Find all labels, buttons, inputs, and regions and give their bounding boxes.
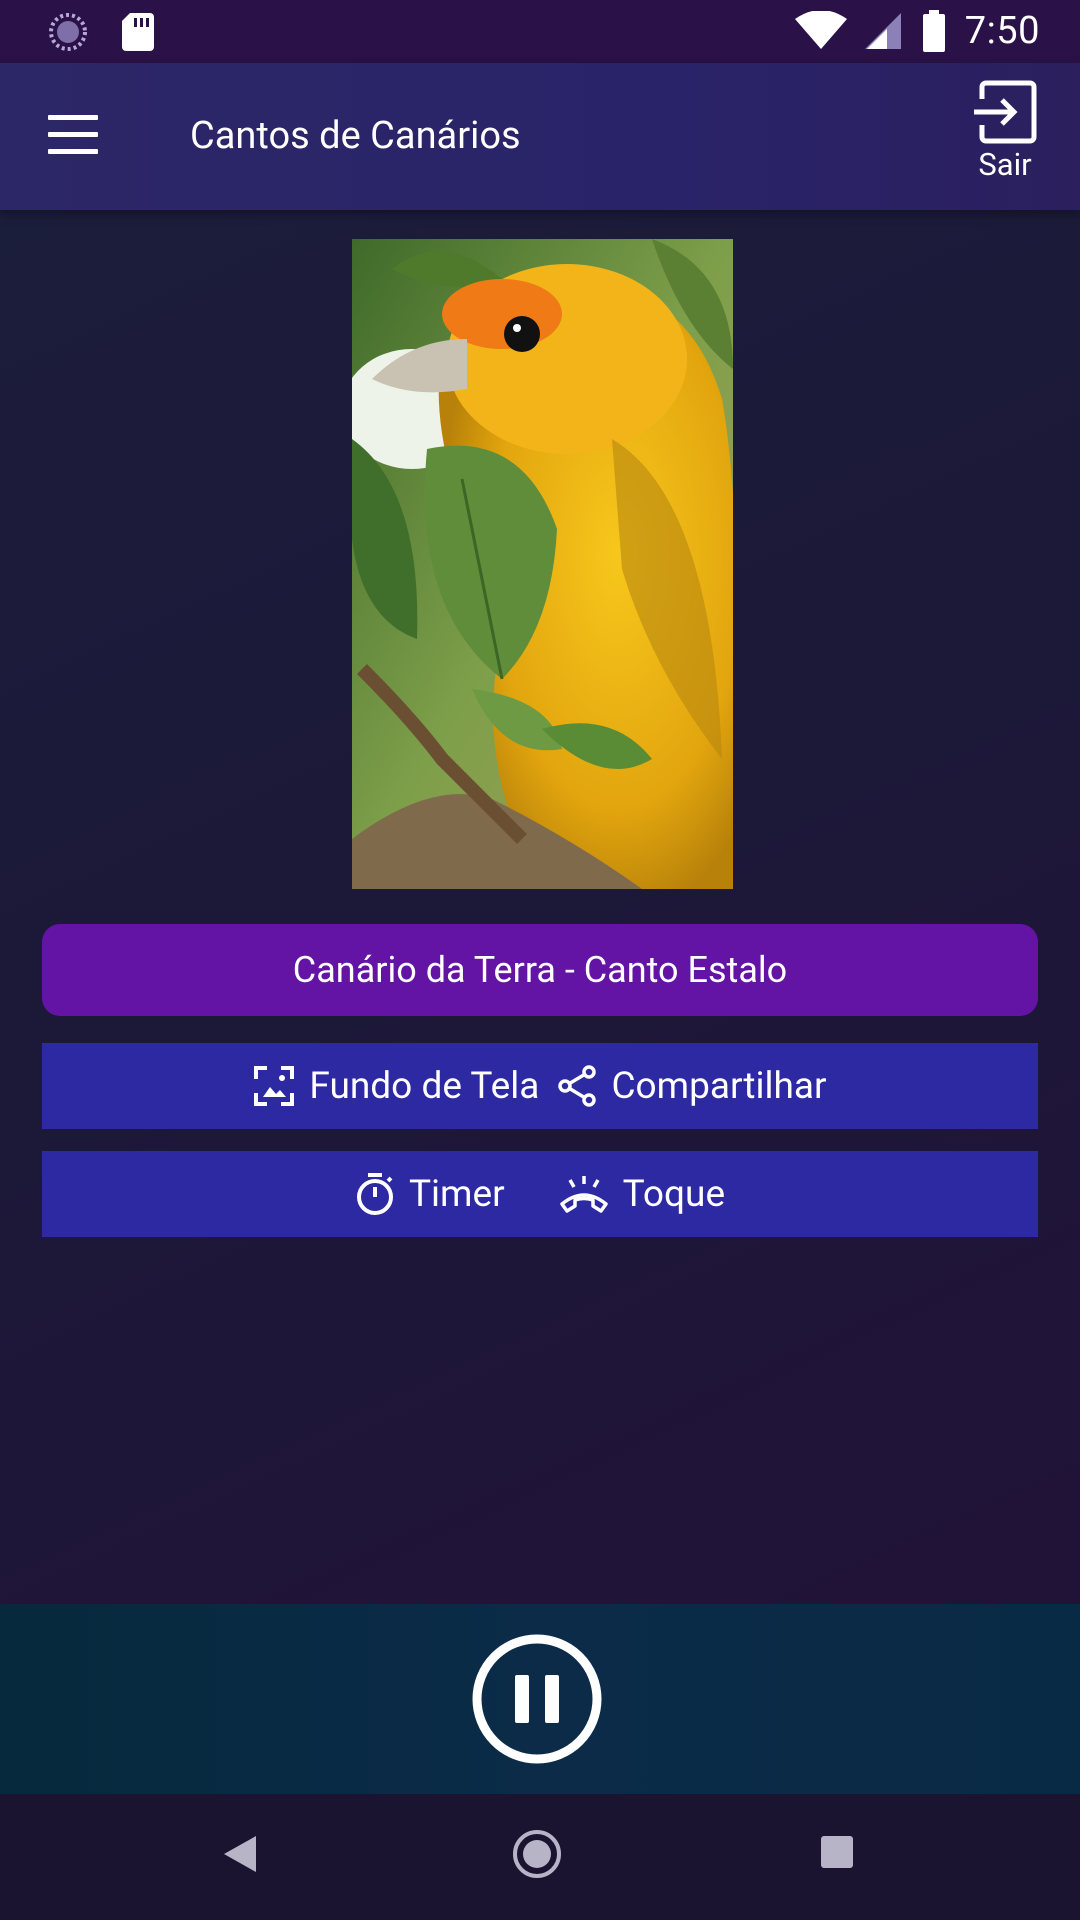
ringtone-icon	[559, 1176, 608, 1213]
menu-button[interactable]	[38, 107, 108, 167]
wifi-icon	[794, 11, 847, 49]
battery-icon	[922, 10, 945, 52]
canary-illustration	[352, 239, 733, 889]
ringtone-label: Toque	[622, 1172, 726, 1216]
share-label: Compartilhar	[611, 1064, 827, 1108]
back-button[interactable]	[220, 1832, 260, 1880]
status-time: 7:50	[964, 9, 1040, 53]
exit-label: Sair	[978, 146, 1032, 183]
player-bar	[0, 1604, 1080, 1794]
pause-icon	[472, 1634, 602, 1764]
wallpaper-label: Fundo de Tela	[309, 1064, 540, 1108]
timer-label: Timer	[408, 1172, 505, 1216]
action-row-wallpaper-share: Fundo de Tela Compartilhar	[42, 1043, 1038, 1129]
action-row-timer-ringtone: Timer Toque	[42, 1151, 1038, 1237]
ringtone-button[interactable]: Toque	[559, 1173, 725, 1216]
back-icon	[224, 1836, 256, 1872]
song-title-button[interactable]: Canário da Terra - Canto Estalo	[42, 924, 1038, 1016]
home-button[interactable]	[511, 1828, 563, 1884]
exit-icon	[974, 80, 1037, 144]
home-icon	[513, 1830, 561, 1878]
page-title: Cantos de Canários	[190, 114, 521, 158]
exit-button[interactable]: Sair	[966, 79, 1044, 183]
wallpaper-icon	[254, 1066, 295, 1106]
loading-circle-icon	[49, 13, 87, 51]
signal-icon	[864, 13, 901, 49]
recent-apps-button[interactable]	[819, 1834, 855, 1874]
navigation-bar	[0, 1794, 1080, 1920]
share-button[interactable]: Compartilhar	[557, 1064, 827, 1108]
status-bar: 7:50	[0, 0, 1080, 63]
app-bar: Cantos de Canários Sair	[0, 63, 1080, 210]
pause-button[interactable]	[471, 1633, 603, 1765]
canary-image	[352, 239, 733, 889]
timer-icon	[356, 1173, 393, 1215]
sd-card-icon	[122, 13, 154, 51]
wallpaper-button[interactable]: Fundo de Tela	[253, 1065, 539, 1108]
recent-apps-icon	[821, 1836, 853, 1868]
timer-button[interactable]: Timer	[355, 1172, 505, 1216]
share-icon	[558, 1065, 597, 1107]
